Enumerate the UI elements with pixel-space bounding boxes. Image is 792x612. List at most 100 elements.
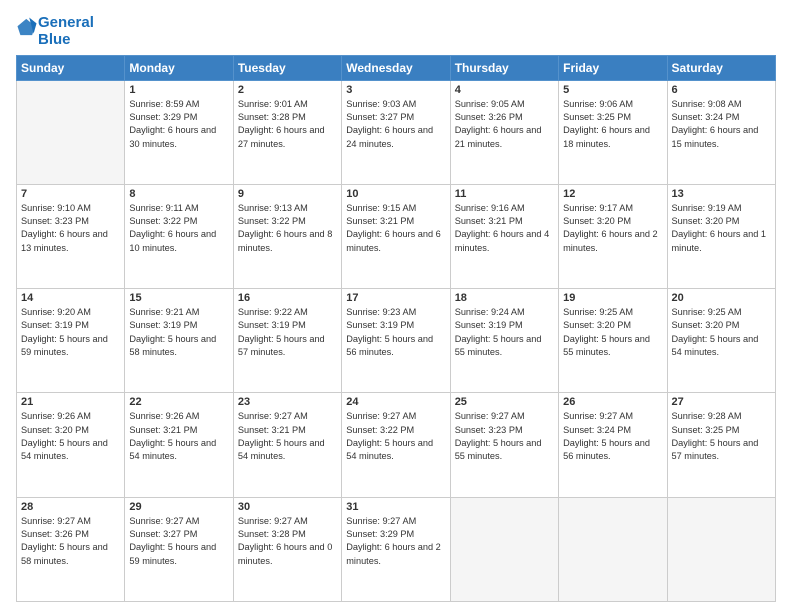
calendar-cell (559, 497, 667, 601)
day-number: 21 (21, 396, 120, 408)
calendar-cell: 15 Sunrise: 9:21 AMSunset: 3:19 PMDayligh… (125, 289, 233, 393)
calendar-cell: 7 Sunrise: 9:10 AMSunset: 3:23 PMDaylight… (17, 184, 125, 288)
calendar-cell: 2 Sunrise: 9:01 AMSunset: 3:28 PMDaylight… (233, 80, 341, 184)
logo-icon (16, 16, 38, 38)
day-info: Sunrise: 9:25 AMSunset: 3:20 PMDaylight:… (563, 306, 662, 359)
day-info: Sunrise: 9:27 AMSunset: 3:24 PMDaylight:… (563, 410, 662, 463)
calendar-cell: 31 Sunrise: 9:27 AMSunset: 3:29 PMDayligh… (342, 497, 450, 601)
day-number: 14 (21, 292, 120, 304)
calendar-cell: 10 Sunrise: 9:15 AMSunset: 3:21 PMDayligh… (342, 184, 450, 288)
calendar-cell: 3Sunrise: 9:03 AMSunset: 3:27 PMDaylight… (342, 80, 450, 184)
day-number: 7 (21, 188, 120, 200)
day-info: Sunrise: 9:05 AMSunset: 3:26 PMDaylight:… (455, 98, 554, 151)
day-number: 5 (563, 84, 662, 96)
day-number: 6 (672, 84, 771, 96)
day-header-wednesday: Wednesday (342, 55, 450, 80)
day-header-sunday: Sunday (17, 55, 125, 80)
day-info: Sunrise: 9:27 AMSunset: 3:28 PMDaylight:… (238, 515, 337, 568)
calendar-cell: 21 Sunrise: 9:26 AMSunset: 3:20 PMDayligh… (17, 393, 125, 497)
calendar-cell: 14 Sunrise: 9:20 AMSunset: 3:19 PMDayligh… (17, 289, 125, 393)
calendar-cell: 16Sunrise: 9:22 AMSunset: 3:19 PMDayligh… (233, 289, 341, 393)
day-info: Sunrise: 9:21 AMSunset: 3:19 PMDaylight:… (129, 306, 228, 359)
calendar-cell: 24 Sunrise: 9:27 AMSunset: 3:22 PMDayligh… (342, 393, 450, 497)
day-number: 11 (455, 188, 554, 200)
day-number: 27 (672, 396, 771, 408)
day-number: 20 (672, 292, 771, 304)
day-number: 1 (129, 84, 228, 96)
day-info: Sunrise: 9:15 AMSunset: 3:21 PMDaylight:… (346, 202, 445, 255)
day-header-thursday: Thursday (450, 55, 558, 80)
day-info: Sunrise: 9:25 AMSunset: 3:20 PMDaylight:… (672, 306, 771, 359)
calendar-cell: 26Sunrise: 9:27 AMSunset: 3:24 PMDayligh… (559, 393, 667, 497)
day-number: 12 (563, 188, 662, 200)
day-info: Sunrise: 9:17 AMSunset: 3:20 PMDaylight:… (563, 202, 662, 255)
day-number: 2 (238, 84, 337, 96)
calendar-cell (667, 497, 775, 601)
day-header-monday: Monday (125, 55, 233, 80)
calendar-table: SundayMondayTuesdayWednesdayThursdayFrid… (16, 55, 776, 603)
day-info: Sunrise: 9:26 AMSunset: 3:20 PMDaylight:… (21, 410, 120, 463)
calendar-cell: 8Sunrise: 9:11 AMSunset: 3:22 PMDaylight… (125, 184, 233, 288)
calendar-cell: 25Sunrise: 9:27 AMSunset: 3:23 PMDayligh… (450, 393, 558, 497)
day-number: 18 (455, 292, 554, 304)
day-number: 15 (129, 292, 228, 304)
day-number: 24 (346, 396, 445, 408)
calendar-cell: 6 Sunrise: 9:08 AMSunset: 3:24 PMDaylight… (667, 80, 775, 184)
day-info: Sunrise: 9:01 AMSunset: 3:28 PMDaylight:… (238, 98, 337, 151)
calendar-cell: 30 Sunrise: 9:27 AMSunset: 3:28 PMDayligh… (233, 497, 341, 601)
day-info: Sunrise: 9:27 AMSunset: 3:27 PMDaylight:… (129, 515, 228, 568)
day-number: 16 (238, 292, 337, 304)
calendar-week-row: 14 Sunrise: 9:20 AMSunset: 3:19 PMDayligh… (17, 289, 776, 393)
calendar-header-row: SundayMondayTuesdayWednesdayThursdayFrid… (17, 55, 776, 80)
header: GeneralBlue (16, 14, 776, 49)
day-number: 23 (238, 396, 337, 408)
calendar-cell (450, 497, 558, 601)
day-info: Sunrise: 9:19 AMSunset: 3:20 PMDaylight:… (672, 202, 771, 255)
day-info: Sunrise: 9:13 AMSunset: 3:22 PMDaylight:… (238, 202, 337, 255)
calendar-cell (17, 80, 125, 184)
day-number: 13 (672, 188, 771, 200)
day-info: Sunrise: 9:27 AMSunset: 3:26 PMDaylight:… (21, 515, 120, 568)
day-info: Sunrise: 9:16 AMSunset: 3:21 PMDaylight:… (455, 202, 554, 255)
day-number: 10 (346, 188, 445, 200)
day-info: Sunrise: 9:27 AMSunset: 3:29 PMDaylight:… (346, 515, 445, 568)
calendar-cell: 5Sunrise: 9:06 AMSunset: 3:25 PMDaylight… (559, 80, 667, 184)
day-info: Sunrise: 9:27 AMSunset: 3:21 PMDaylight:… (238, 410, 337, 463)
calendar-cell: 17Sunrise: 9:23 AMSunset: 3:19 PMDayligh… (342, 289, 450, 393)
day-number: 29 (129, 501, 228, 513)
calendar-cell: 19 Sunrise: 9:25 AMSunset: 3:20 PMDayligh… (559, 289, 667, 393)
day-info: Sunrise: 9:27 AMSunset: 3:23 PMDaylight:… (455, 410, 554, 463)
day-number: 30 (238, 501, 337, 513)
day-info: Sunrise: 9:08 AMSunset: 3:24 PMDaylight:… (672, 98, 771, 151)
day-info: Sunrise: 9:24 AMSunset: 3:19 PMDaylight:… (455, 306, 554, 359)
day-number: 17 (346, 292, 445, 304)
calendar-cell: 20 Sunrise: 9:25 AMSunset: 3:20 PMDayligh… (667, 289, 775, 393)
day-number: 22 (129, 396, 228, 408)
calendar-cell: 18 Sunrise: 9:24 AMSunset: 3:19 PMDayligh… (450, 289, 558, 393)
day-number: 28 (21, 501, 120, 513)
day-number: 8 (129, 188, 228, 200)
calendar-cell: 27 Sunrise: 9:28 AMSunset: 3:25 PMDayligh… (667, 393, 775, 497)
calendar-cell: 9Sunrise: 9:13 AMSunset: 3:22 PMDaylight… (233, 184, 341, 288)
calendar-cell: 13 Sunrise: 9:19 AMSunset: 3:20 PMDayligh… (667, 184, 775, 288)
day-info: Sunrise: 9:03 AMSunset: 3:27 PMDaylight:… (346, 98, 445, 151)
page: GeneralBlue SundayMondayTuesdayWednesday… (0, 0, 792, 612)
day-header-friday: Friday (559, 55, 667, 80)
calendar-week-row: 7 Sunrise: 9:10 AMSunset: 3:23 PMDaylight… (17, 184, 776, 288)
day-number: 31 (346, 501, 445, 513)
day-header-tuesday: Tuesday (233, 55, 341, 80)
calendar-week-row: 21 Sunrise: 9:26 AMSunset: 3:20 PMDayligh… (17, 393, 776, 497)
day-info: Sunrise: 9:26 AMSunset: 3:21 PMDaylight:… (129, 410, 228, 463)
day-number: 19 (563, 292, 662, 304)
calendar-week-row: 1 Sunrise: 8:59 AMSunset: 3:29 PMDaylight… (17, 80, 776, 184)
day-info: Sunrise: 9:20 AMSunset: 3:19 PMDaylight:… (21, 306, 120, 359)
calendar-cell: 29 Sunrise: 9:27 AMSunset: 3:27 PMDayligh… (125, 497, 233, 601)
day-info: Sunrise: 9:10 AMSunset: 3:23 PMDaylight:… (21, 202, 120, 255)
day-info: Sunrise: 9:27 AMSunset: 3:22 PMDaylight:… (346, 410, 445, 463)
calendar-cell: 28 Sunrise: 9:27 AMSunset: 3:26 PMDayligh… (17, 497, 125, 601)
day-header-saturday: Saturday (667, 55, 775, 80)
day-info: Sunrise: 9:28 AMSunset: 3:25 PMDaylight:… (672, 410, 771, 463)
day-info: Sunrise: 8:59 AMSunset: 3:29 PMDaylight:… (129, 98, 228, 151)
calendar-cell: 11 Sunrise: 9:16 AMSunset: 3:21 PMDayligh… (450, 184, 558, 288)
logo: GeneralBlue (16, 14, 94, 49)
